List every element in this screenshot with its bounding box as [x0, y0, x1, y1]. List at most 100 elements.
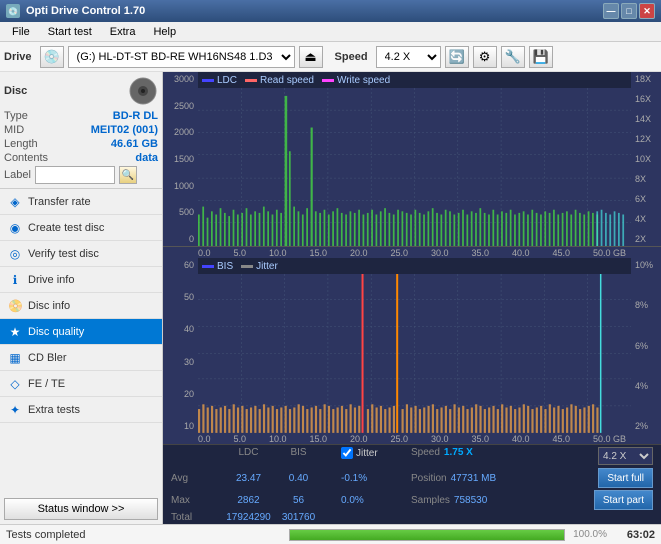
- nav-verify-test-disc[interactable]: ◎ Verify test disc: [0, 241, 162, 267]
- maximize-button[interactable]: □: [621, 3, 637, 19]
- status-bar: Tests completed 100.0% 63:02: [0, 524, 661, 544]
- bottom-chart-y-axis-right: 10% 8% 6% 4% 2%: [631, 258, 661, 433]
- nav-cd-bler[interactable]: ▦ CD Bler: [0, 345, 162, 371]
- disc-quality-icon: ★: [8, 325, 22, 339]
- bottom-chart: 60 50 40 30 20 10 BIS Jitter: [163, 258, 661, 433]
- read-speed-legend-color: [245, 79, 257, 82]
- settings-button[interactable]: ⚙: [473, 46, 497, 68]
- drive-select[interactable]: (G:) HL-DT-ST BD-RE WH16NS48 1.D3: [68, 46, 295, 68]
- bottom-chart-svg-container: BIS Jitter: [198, 258, 631, 433]
- menu-help[interactable]: Help: [145, 24, 184, 40]
- app-icon: 💿: [6, 4, 20, 18]
- jitter-max: 0.0%: [341, 495, 411, 506]
- nav-fe-te-label: FE / TE: [28, 378, 65, 390]
- ldc-max: 2862: [221, 495, 276, 506]
- cd-bler-icon: ▦: [8, 351, 22, 365]
- stats-max-bar: Max 2862 56 0.0% Samples 758530 Start pa…: [163, 489, 661, 511]
- jitter-col-header: Jitter: [356, 448, 378, 459]
- refresh-button[interactable]: 🔄: [445, 46, 469, 68]
- nav-create-test-disc-label: Create test disc: [28, 222, 104, 234]
- disc-icon: [128, 76, 158, 106]
- disc-contents-row: Contents data: [4, 152, 158, 164]
- nav-verify-test-disc-label: Verify test disc: [28, 248, 99, 260]
- disc-type-value: BD-R DL: [113, 110, 158, 122]
- top-chart-svg: [198, 88, 631, 246]
- ldc-legend-label: LDC: [217, 75, 237, 86]
- total-label: Total: [171, 512, 221, 523]
- window-controls: — □ ✕: [603, 3, 655, 19]
- nav-disc-quality-label: Disc quality: [28, 326, 84, 338]
- transfer-rate-icon: ◈: [8, 195, 22, 209]
- read-speed-legend-label: Read speed: [260, 75, 314, 86]
- bis-col-header: BIS: [276, 447, 321, 458]
- disc-length-row: Length 46.61 GB: [4, 138, 158, 150]
- speed-col-header: Speed: [411, 447, 440, 458]
- write-speed-legend-color: [322, 79, 334, 82]
- disc-section: Disc Type BD-R DL MID MEIT02 (001) Lengt…: [0, 72, 162, 189]
- stats-values-bar: Avg 23.47 0.40 -0.1% Position 47731 MB S…: [163, 467, 661, 489]
- top-chart-x-axis: 0.0 5.0 10.0 15.0 20.0 25.0 30.0 35.0 40…: [163, 247, 661, 258]
- menu-bar: File Start test Extra Help: [0, 22, 661, 42]
- title-bar-left: 💿 Opti Drive Control 1.70: [6, 4, 145, 18]
- nav-disc-quality[interactable]: ★ Disc quality: [0, 319, 162, 345]
- disc-mid-row: MID MEIT02 (001): [4, 124, 158, 136]
- nav-disc-info[interactable]: 📀 Disc info: [0, 293, 162, 319]
- right-panel: 3000 2500 2000 1500 1000 500 0 LDC Re: [163, 72, 661, 524]
- bis-max: 56: [276, 495, 321, 506]
- create-test-disc-icon: ◉: [8, 221, 22, 235]
- disc-type-label: Type: [4, 110, 28, 122]
- disc-label-label: Label: [4, 169, 31, 181]
- jitter-checkbox[interactable]: [341, 447, 353, 459]
- save-button[interactable]: 💾: [529, 46, 553, 68]
- menu-file[interactable]: File: [4, 24, 38, 40]
- disc-mid-value: MEIT02 (001): [91, 124, 158, 136]
- disc-mid-label: MID: [4, 124, 24, 136]
- status-window-button[interactable]: Status window >>: [4, 498, 158, 520]
- bis-total: 301760: [276, 512, 321, 523]
- eject-button[interactable]: ⏏: [299, 46, 323, 68]
- disc-type-row: Type BD-R DL: [4, 110, 158, 122]
- max-label: Max: [171, 495, 221, 506]
- bottom-chart-legend: BIS Jitter: [198, 258, 631, 274]
- close-button[interactable]: ✕: [639, 3, 655, 19]
- bottom-chart-y-axis-left: 60 50 40 30 20 10: [163, 258, 198, 433]
- position-value: 47731 MB: [451, 473, 497, 484]
- ldc-total: 17924290: [221, 512, 276, 523]
- write-speed-legend-label: Write speed: [337, 75, 390, 86]
- jitter-avg: -0.1%: [341, 473, 411, 484]
- stats-bar: LDC BIS Jitter Speed 1.75 X 4.2 X: [163, 444, 661, 467]
- start-part-button[interactable]: Start part: [594, 490, 653, 510]
- toolbar: Drive 💿 (G:) HL-DT-ST BD-RE WH16NS48 1.D…: [0, 42, 661, 72]
- nav-drive-info[interactable]: ℹ Drive info: [0, 267, 162, 293]
- jitter-legend-label: Jitter: [256, 261, 278, 272]
- minimize-button[interactable]: —: [603, 3, 619, 19]
- top-chart: 3000 2500 2000 1500 1000 500 0 LDC Re: [163, 72, 661, 247]
- bis-legend-color: [202, 265, 214, 268]
- status-window-label: Status window >>: [38, 503, 125, 515]
- nav-fe-te[interactable]: ◇ FE / TE: [0, 371, 162, 397]
- start-full-button[interactable]: Start full: [598, 468, 653, 488]
- speed-select[interactable]: 4.2 X: [376, 46, 441, 68]
- disc-length-value: 46.61 GB: [111, 138, 158, 150]
- stats-total-bar: Total 17924290 301760: [163, 511, 661, 524]
- speed-value: 1.75 X: [444, 447, 473, 458]
- position-label: Position: [411, 473, 447, 484]
- top-chart-y-axis-left: 3000 2500 2000 1500 1000 500 0: [163, 72, 198, 246]
- options-button[interactable]: 🔧: [501, 46, 525, 68]
- samples-value: 758530: [454, 495, 487, 506]
- disc-contents-label: Contents: [4, 152, 48, 164]
- disc-label-button[interactable]: 🔍: [119, 166, 137, 184]
- speed-select-2[interactable]: 4.2 X: [598, 447, 653, 465]
- progress-bar-container: [289, 529, 566, 541]
- drive-info-icon: ℹ: [8, 273, 22, 287]
- bis-legend-label: BIS: [217, 261, 233, 272]
- nav-transfer-rate[interactable]: ◈ Transfer rate: [0, 189, 162, 215]
- nav-create-test-disc[interactable]: ◉ Create test disc: [0, 215, 162, 241]
- top-chart-y-axis-right: 18X 16X 14X 12X 10X 8X 6X 4X 2X: [631, 72, 661, 246]
- drive-icon-btn[interactable]: 💿: [40, 46, 64, 68]
- disc-label-input[interactable]: [35, 166, 115, 184]
- menu-start-test[interactable]: Start test: [40, 24, 100, 40]
- status-text: Tests completed: [6, 529, 281, 541]
- menu-extra[interactable]: Extra: [102, 24, 144, 40]
- nav-extra-tests[interactable]: ✦ Extra tests: [0, 397, 162, 423]
